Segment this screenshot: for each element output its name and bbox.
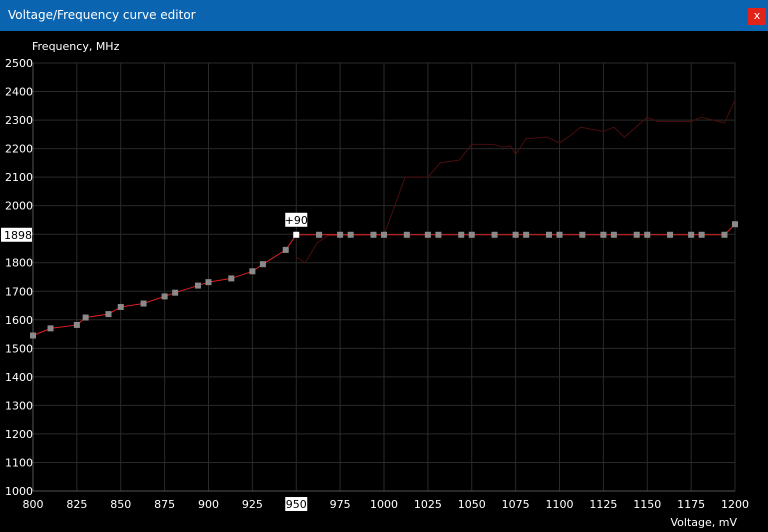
curve-point[interactable] xyxy=(337,231,344,238)
x-tick-label: 1000 xyxy=(370,498,398,511)
y-tick-label: 1400 xyxy=(5,371,33,384)
y-tick-label: 1200 xyxy=(5,428,33,441)
x-tick-label: 850 xyxy=(110,498,131,511)
y-tick-label: 1300 xyxy=(5,399,33,412)
curve-point[interactable] xyxy=(249,268,256,275)
curve-point[interactable] xyxy=(140,300,147,307)
y-value-label: 1898 xyxy=(4,229,32,242)
x-tick-label: 950 xyxy=(286,498,307,511)
curve-point[interactable] xyxy=(381,231,387,238)
y-tick-label: 1700 xyxy=(5,285,33,298)
curve-point[interactable] xyxy=(82,314,89,321)
curve-point[interactable] xyxy=(435,231,442,238)
curve-point[interactable] xyxy=(424,231,431,238)
curve-point[interactable] xyxy=(491,231,498,238)
title-bar: Voltage/Frequency curve editor x xyxy=(0,0,768,31)
x-tick-label: 800 xyxy=(23,498,44,511)
x-tick-label: 1100 xyxy=(546,498,574,511)
curve-point[interactable] xyxy=(30,332,36,339)
x-tick-label: 1075 xyxy=(502,498,530,511)
curve-point[interactable] xyxy=(316,231,323,238)
x-axis-title: Voltage, mV xyxy=(671,516,738,529)
x-tick-label: 900 xyxy=(198,498,219,511)
curve-point[interactable] xyxy=(468,231,475,238)
curve-point[interactable] xyxy=(633,231,640,238)
y-tick-label: 1100 xyxy=(5,456,33,469)
curve-point[interactable] xyxy=(644,231,651,238)
x-tick-label: 1200 xyxy=(721,498,749,511)
curve-point[interactable] xyxy=(721,231,728,238)
curve-point[interactable] xyxy=(105,311,112,318)
x-tick-label: 875 xyxy=(154,498,175,511)
curve-point[interactable] xyxy=(282,246,289,253)
y-tick-label: 2500 xyxy=(5,57,33,70)
y-tick-label: 1000 xyxy=(5,485,33,498)
x-tick-label: 1150 xyxy=(633,498,661,511)
y-tick-label: 1800 xyxy=(5,257,33,270)
curve-point[interactable] xyxy=(259,261,266,268)
y-tick-label: 2000 xyxy=(5,200,33,213)
y-tick-label: 1500 xyxy=(5,342,33,355)
vf-curve-chart[interactable]: 1000110012001300140015001600170018001900… xyxy=(0,31,768,532)
curve-point[interactable] xyxy=(556,231,563,238)
curve-point[interactable] xyxy=(370,231,377,238)
y-tick-label: 2200 xyxy=(5,143,33,156)
curve-point[interactable] xyxy=(347,231,354,238)
x-tick-label: 925 xyxy=(242,498,263,511)
curve-point[interactable] xyxy=(610,231,617,238)
curve-point[interactable] xyxy=(579,231,586,238)
curve-point[interactable] xyxy=(117,303,124,310)
curve-point[interactable] xyxy=(403,231,410,238)
curve-point[interactable] xyxy=(523,231,530,238)
y-tick-label: 1600 xyxy=(5,314,33,327)
curve-point[interactable] xyxy=(545,231,552,238)
curve-point[interactable] xyxy=(688,231,695,238)
selected-curve-point[interactable] xyxy=(293,231,300,238)
curve-point[interactable] xyxy=(47,325,54,332)
offset-label: +90 xyxy=(285,214,308,227)
x-tick-label: 1050 xyxy=(458,498,486,511)
y-tick-label: 2400 xyxy=(5,86,33,99)
x-tick-label: 975 xyxy=(330,498,351,511)
curve-point[interactable] xyxy=(194,282,201,289)
y-tick-label: 2100 xyxy=(5,171,33,184)
y-axis-title: Frequency, MHz xyxy=(32,40,120,53)
x-tick-label: 1025 xyxy=(414,498,442,511)
curve-point[interactable] xyxy=(172,289,179,296)
curve-point[interactable] xyxy=(228,275,235,282)
curve-point[interactable] xyxy=(458,231,465,238)
curve-point[interactable] xyxy=(161,293,168,300)
curve-point[interactable] xyxy=(698,231,705,238)
y-tick-label: 2300 xyxy=(5,114,33,127)
curve-point[interactable] xyxy=(205,279,212,286)
close-button[interactable]: x xyxy=(748,8,766,25)
curve-point[interactable] xyxy=(600,231,607,238)
x-tick-label: 825 xyxy=(66,498,87,511)
x-tick-label: 1125 xyxy=(589,498,617,511)
curve-point[interactable] xyxy=(667,231,674,238)
x-tick-label: 1175 xyxy=(677,498,705,511)
curve-point[interactable] xyxy=(73,321,80,328)
curve-point[interactable] xyxy=(512,231,519,238)
window-title: Voltage/Frequency curve editor xyxy=(8,8,196,22)
curve-point[interactable] xyxy=(732,221,738,228)
